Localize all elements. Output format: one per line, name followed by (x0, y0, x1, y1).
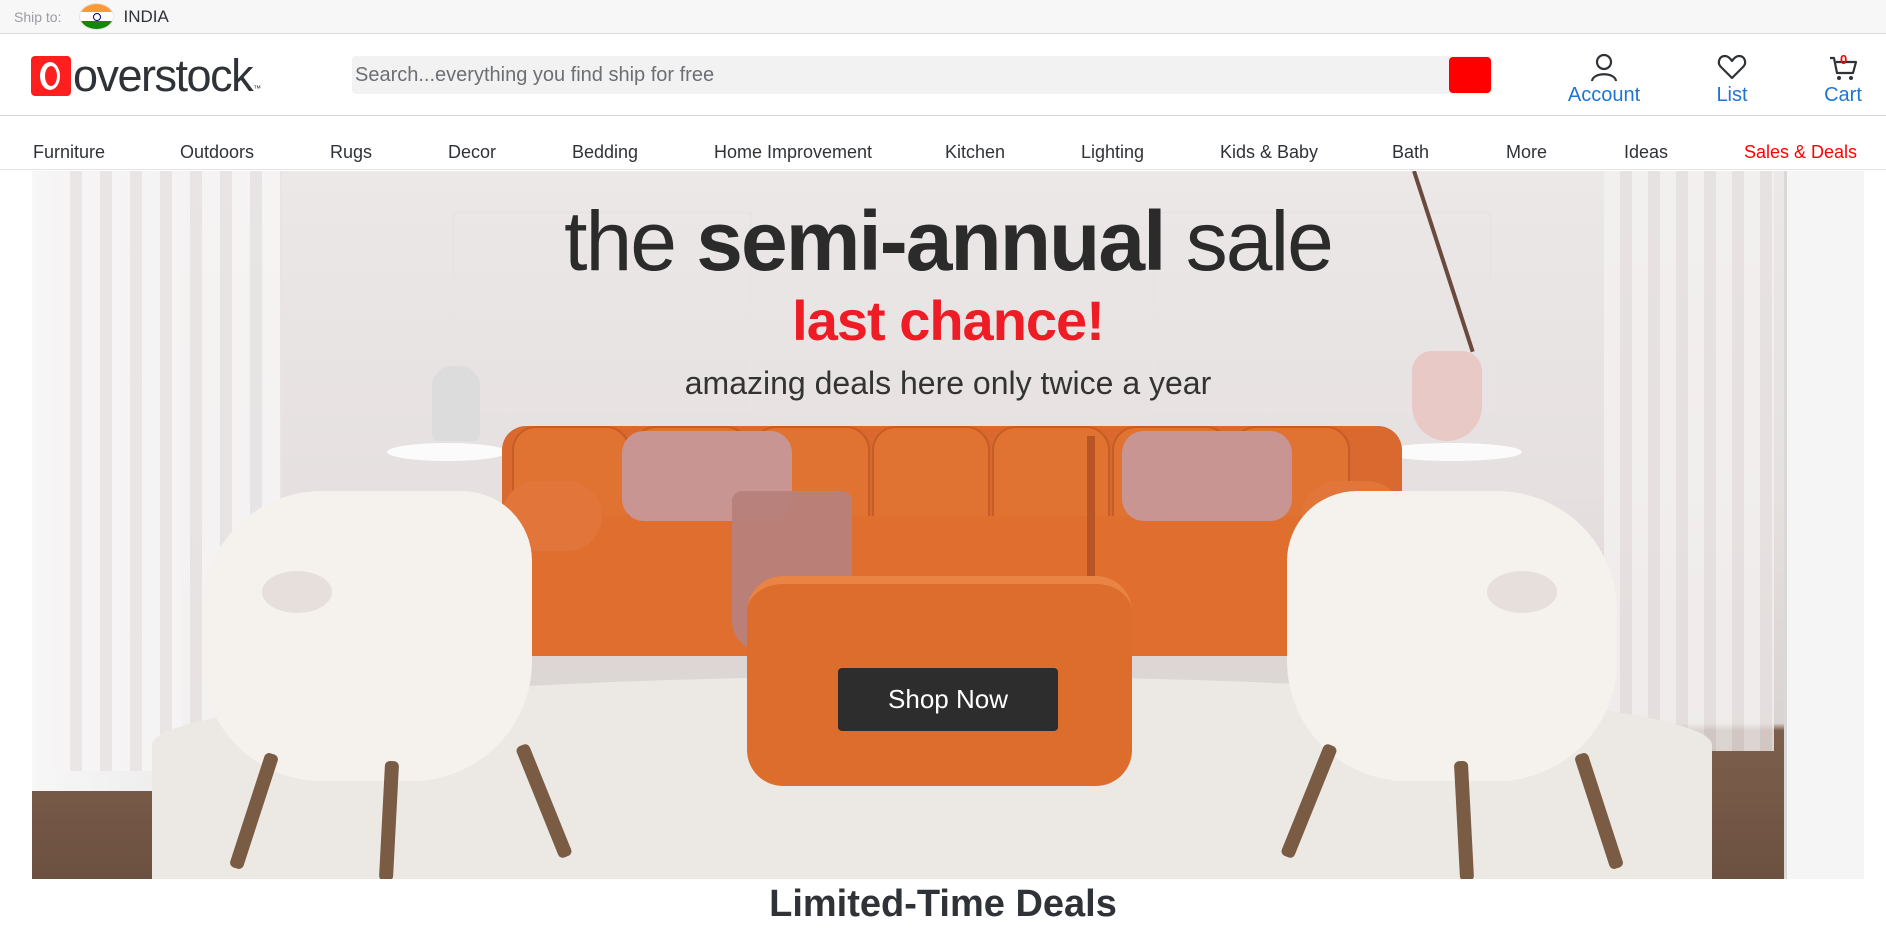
hero-title-bold: semi-annual (696, 194, 1166, 288)
armchair-left (202, 491, 532, 781)
overstock-logo[interactable]: overstock ™ (31, 50, 262, 101)
ship-to-bar: Ship to: INDIA (0, 0, 1886, 34)
search-button[interactable] (1449, 57, 1491, 93)
site-header: overstock ™ Account List 0 Cart (0, 34, 1886, 116)
logo-trademark: ™ (253, 84, 262, 93)
account-link[interactable]: Account (1567, 52, 1641, 107)
list-link[interactable]: List (1708, 52, 1756, 107)
shop-now-button[interactable]: Shop Now (838, 668, 1058, 731)
limited-time-deals-heading: Limited-Time Deals (769, 883, 1117, 925)
nav-item-bedding[interactable]: Bedding (572, 142, 638, 163)
nav-item-lighting[interactable]: Lighting (1081, 142, 1144, 163)
nav-item-bath[interactable]: Bath (1392, 142, 1429, 163)
search-input[interactable] (352, 56, 1449, 94)
logo-text: overstock (73, 50, 254, 101)
hero-tagline: amazing deals here only twice a year (684, 365, 1212, 401)
hero-title-part: the (564, 194, 697, 288)
cart-count-badge: 0 (1840, 52, 1848, 67)
account-icon (1590, 53, 1618, 82)
ship-to-country[interactable]: INDIA (123, 7, 168, 27)
list-label: List (1716, 84, 1748, 106)
category-nav: Furniture Outdoors Rugs Decor Bedding Ho… (0, 140, 1886, 170)
india-flag-icon[interactable] (79, 3, 115, 30)
nav-item-kids-baby[interactable]: Kids & Baby (1220, 142, 1318, 163)
nav-item-ideas[interactable]: Ideas (1624, 142, 1668, 163)
nav-item-sales-deals[interactable]: Sales & Deals (1744, 142, 1857, 163)
hero-title: the semi-annual sale (32, 199, 1864, 283)
account-label: Account (1567, 84, 1641, 106)
overstock-logo-icon (31, 56, 71, 96)
nav-item-outdoors[interactable]: Outdoors (180, 142, 254, 163)
cart-label: Cart (1824, 84, 1862, 106)
heart-icon (1717, 54, 1747, 80)
nav-item-more[interactable]: More (1506, 142, 1547, 163)
nav-item-home-improvement[interactable]: Home Improvement (714, 142, 872, 163)
cart-link[interactable]: 0 Cart (1818, 52, 1868, 107)
armchair-right (1287, 491, 1617, 781)
pillow-right (1122, 431, 1292, 521)
nav-item-kitchen[interactable]: Kitchen (945, 142, 1005, 163)
side-table-right (1382, 443, 1522, 461)
ship-to-label: Ship to: (14, 8, 62, 25)
hero-subtitle: last chance! (792, 289, 1105, 352)
search-bar (352, 56, 1492, 94)
nav-item-rugs[interactable]: Rugs (330, 142, 372, 163)
hero-banner[interactable]: the semi-annual sale last chance! amazin… (32, 171, 1864, 879)
hero-title-part: sale (1164, 194, 1334, 288)
nav-item-decor[interactable]: Decor (448, 142, 496, 163)
nav-item-furniture[interactable]: Furniture (33, 142, 105, 163)
side-table-left (387, 443, 507, 461)
